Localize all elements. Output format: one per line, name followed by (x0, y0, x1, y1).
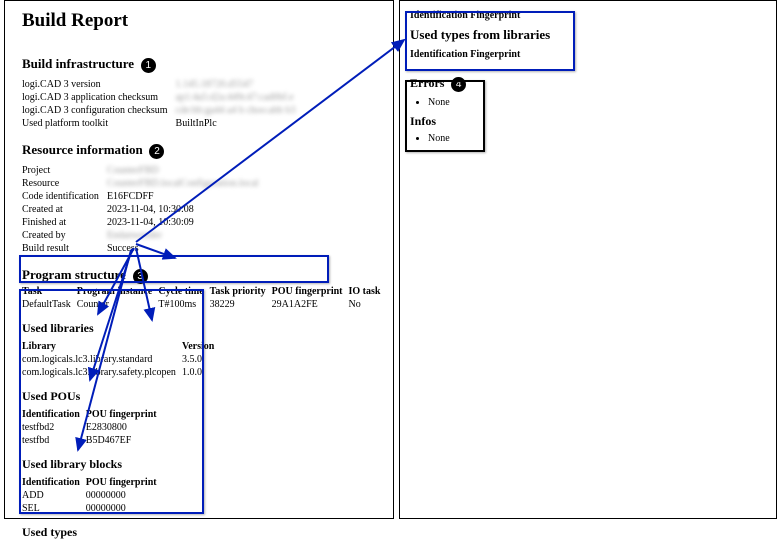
heading-infos: Infos (410, 114, 770, 129)
heading-usedpous: Used POUs (22, 389, 392, 404)
badge-4: 4 (451, 77, 466, 92)
heading-usedtypes: Used types (22, 525, 392, 540)
heading-errors: Errors (410, 76, 444, 91)
report-title: Build Report (22, 10, 392, 32)
table-usedpous: IdentificationPOU fingerprinttestfbd2E28… (22, 408, 163, 447)
heading-resource: Resource information (22, 142, 143, 158)
heading-program: Program structure (22, 267, 126, 283)
right-column: Identification Fingerprint Used types fr… (410, 10, 770, 150)
table-infra: logi.CAD 3 version1.145.18720.d5547logi.… (22, 78, 304, 130)
heading-ident-fp-1: Identification Fingerprint (410, 10, 770, 21)
list-infos: None (428, 133, 770, 144)
heading-usedtypes-libs: Used types from libraries (410, 27, 770, 43)
badge-2: 2 (149, 144, 164, 159)
badge-1: 1 (141, 58, 156, 73)
table-usedlibblocks: IdentificationPOU fingerprintADD00000000… (22, 476, 163, 515)
table-program: TaskProgram instanceCycle timeTask prior… (22, 285, 386, 311)
badge-3: 3 (133, 269, 148, 284)
table-usedlibs: LibraryVersioncom.logicals.lc3.library.s… (22, 340, 220, 379)
heading-usedlibs: Used libraries (22, 321, 392, 336)
left-column: Build Report Build infrastructure 1 logi… (22, 10, 392, 544)
table-resource: ProjectCounterFBDResourceCounterFBD.loca… (22, 164, 267, 255)
heading-ident-fp-2: Identification Fingerprint (410, 49, 770, 60)
heading-infra: Build infrastructure (22, 56, 134, 72)
list-errors: None (428, 97, 770, 108)
heading-usedlibblocks: Used library blocks (22, 457, 392, 472)
